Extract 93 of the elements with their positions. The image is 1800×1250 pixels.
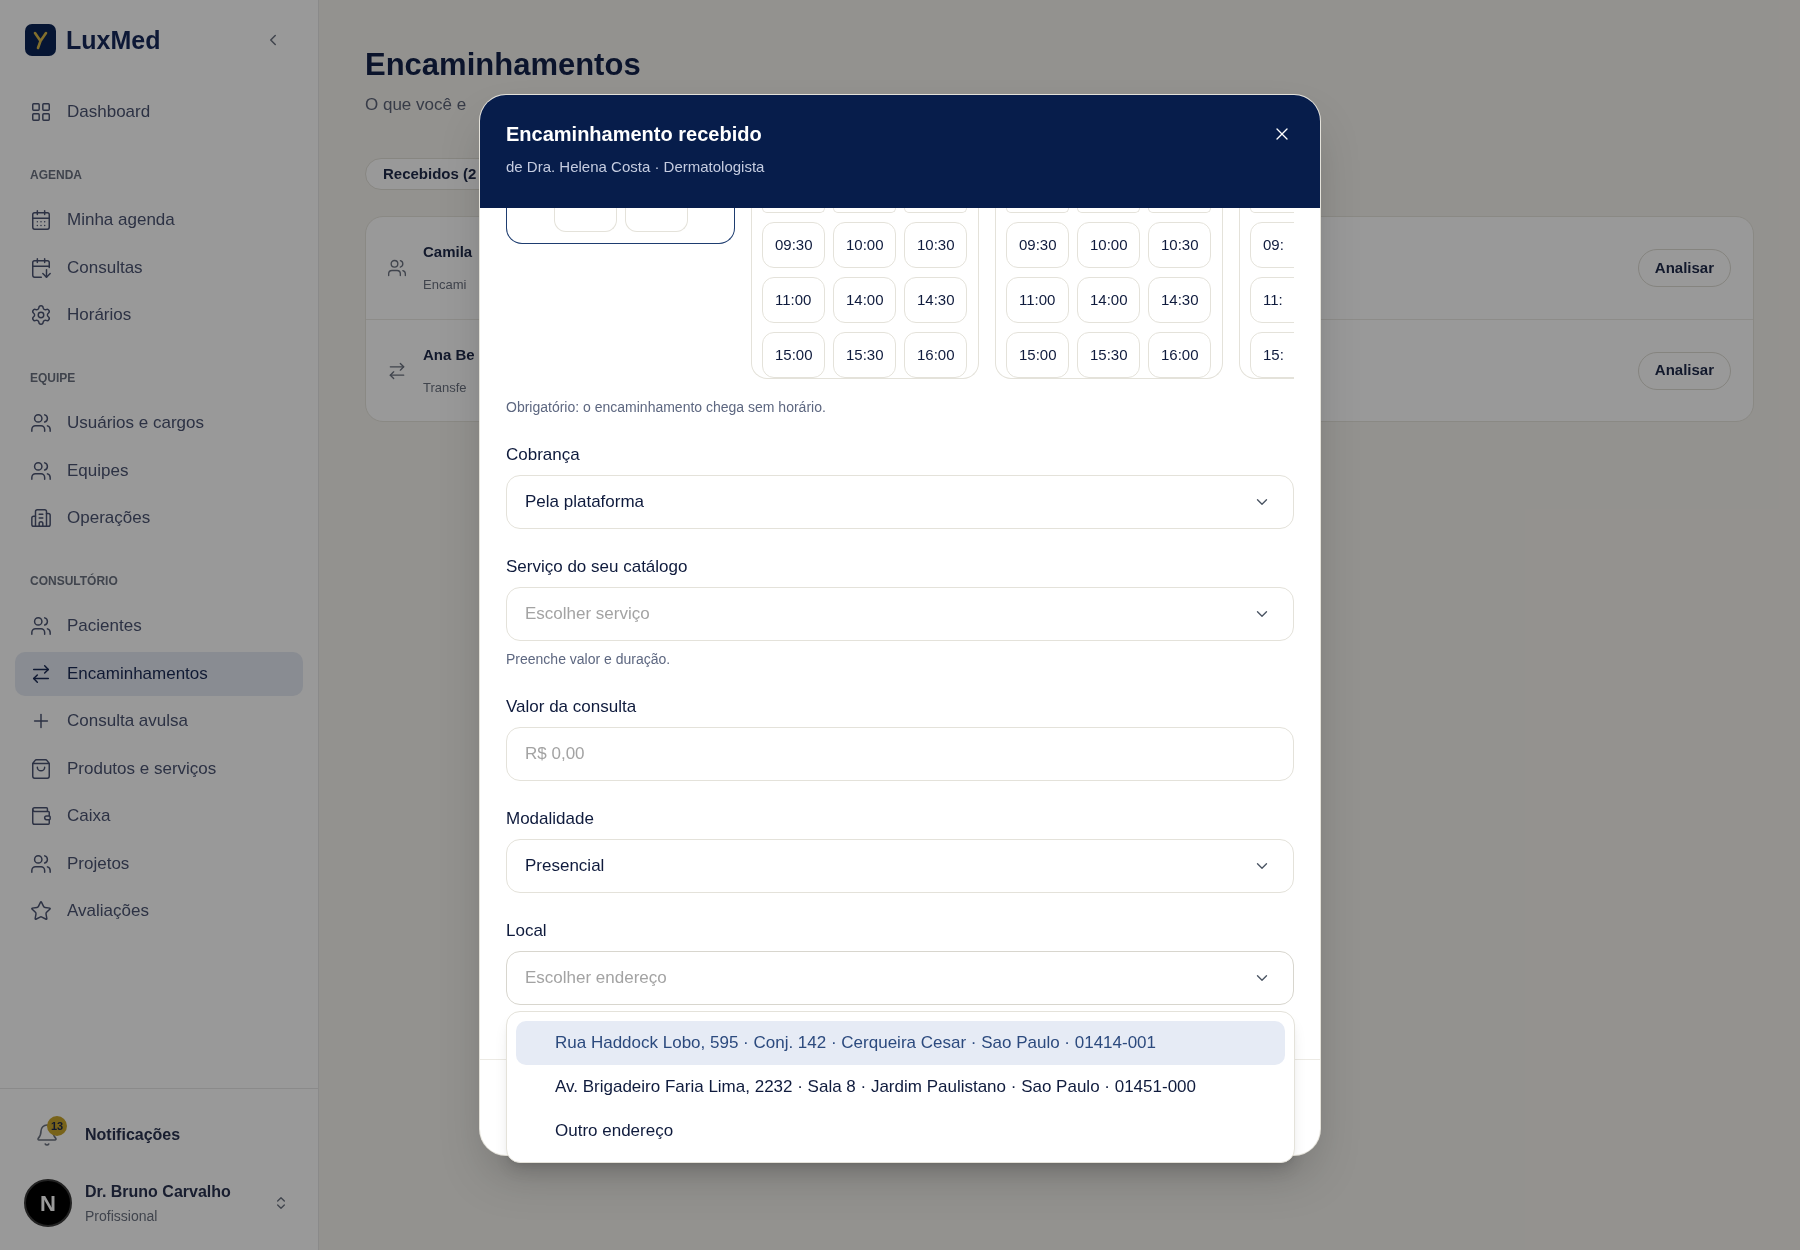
users-icon	[30, 412, 52, 434]
page-subtitle: O que você e	[365, 94, 468, 116]
input-field[interactable]: R$ 0,00	[506, 727, 1294, 781]
sidebar-item[interactable]: Dashboard	[15, 90, 303, 134]
building-icon	[30, 507, 52, 529]
day-card[interactable]: 09:30 10:00 10:30 11:00 14:00 14:30 15:00 15:30 16:00	[995, 208, 1223, 379]
calendar-arrow-icon	[30, 256, 52, 279]
time-slot-button[interactable]: 15:	[1250, 332, 1294, 378]
notification-badge: 13	[47, 1116, 67, 1136]
time-slot-button[interactable]: 14:00	[833, 277, 896, 323]
wallet-icon	[30, 805, 52, 827]
time-slot-button[interactable]: 11:00	[1006, 277, 1069, 323]
time-slot-button[interactable]: 15:00	[1006, 332, 1069, 378]
user-name: Dr. Bruno Carvalho	[85, 1182, 231, 1202]
sidebar-item[interactable]: Pacientes	[15, 604, 303, 648]
section-heading: CONSULTÓRIO	[29, 573, 119, 589]
time-slot-button[interactable]: 11:	[1250, 277, 1294, 323]
field-hint: Preenche valor e duração.	[506, 650, 672, 669]
brand-name: LuxMed	[66, 25, 161, 56]
day-card[interactable]	[506, 208, 735, 244]
sidebar-item[interactable]: Caixa	[15, 794, 303, 838]
field-label: Valor da consulta	[506, 696, 638, 718]
field-label: Modalidade	[506, 808, 595, 830]
slots-note: Obrigatório: o encaminhamento chega sem horário.	[506, 398, 827, 417]
sidebar-item[interactable]: Encaminhamentos	[15, 651, 303, 696]
time-slot-button[interactable]	[904, 208, 967, 213]
time-slot-button[interactable]	[1006, 208, 1069, 213]
time-slot-button[interactable]: 14:30	[1148, 277, 1211, 323]
time-slot-button[interactable]: 09:30	[762, 222, 825, 268]
patient-name: Camila	[423, 242, 473, 262]
time-slot-button[interactable]: 16:00	[1148, 332, 1211, 378]
time-slot-button[interactable]: 10:30	[904, 222, 967, 268]
users-icon	[30, 852, 52, 875]
notifications-button[interactable]: 13 Notificações	[0, 1113, 318, 1157]
grid-icon	[30, 101, 52, 123]
time-slot-button[interactable]	[553, 208, 617, 232]
field-label: Local	[506, 920, 548, 942]
time-slot-button[interactable]	[624, 208, 688, 232]
time-slot-button[interactable]: 09:	[1250, 222, 1294, 268]
section-heading: AGENDA	[29, 167, 83, 183]
time-slot-button[interactable]	[833, 208, 896, 213]
time-slot-button[interactable]	[1077, 208, 1140, 213]
sidebar-item[interactable]: Equipes	[15, 448, 303, 493]
field-label: Cobrança	[506, 444, 581, 466]
time-slot-button[interactable]: 16:00	[904, 332, 967, 378]
sidebar-item[interactable]: Operações	[15, 496, 303, 540]
sidebar-item[interactable]: Minha agenda	[15, 198, 303, 242]
time-slot-button[interactable]: 14:30	[904, 277, 967, 323]
dropdown-option[interactable]: Rua Haddock Lobo, 595 · Conj. 142 · Cerqueira Cesar · Sao Paulo · 01414-001	[516, 1021, 1285, 1065]
swap-arrows-icon	[387, 360, 407, 381]
star-icon	[30, 900, 52, 922]
time-slot-button[interactable]: 11:00	[762, 277, 825, 323]
settings-icon	[30, 304, 52, 326]
page-title: Encaminhamentos	[365, 46, 642, 84]
day-card[interactable]: 09:30 10:00 10:30 11:00 14:00 14:30 15:00 15:30 16:00	[751, 208, 979, 379]
time-slot-button[interactable]	[1148, 208, 1211, 213]
section-heading: EQUIPE	[29, 370, 77, 386]
sidebar-item[interactable]: Avaliações	[15, 889, 303, 933]
time-slot-button[interactable]: 09:30	[1006, 222, 1069, 268]
day-card[interactable]: 09: 11: 15:	[1239, 208, 1294, 379]
calendar-icon	[30, 209, 52, 231]
user-avatar: N	[24, 1179, 72, 1227]
time-slot-button[interactable]: 10:00	[833, 222, 896, 268]
time-slot-button[interactable]: 15:30	[833, 332, 896, 378]
time-slot-button[interactable]: 15:30	[1077, 332, 1140, 378]
logo-icon	[25, 24, 56, 56]
analyze-button[interactable]: Analisar	[1637, 249, 1731, 287]
select-field[interactable]: Pela plataforma	[506, 475, 1294, 529]
time-slot-button[interactable]: 10:00	[1077, 222, 1140, 268]
time-slot-button[interactable]: 14:00	[1077, 277, 1140, 323]
time-slot-button[interactable]: 15:00	[762, 332, 825, 378]
time-slot-button[interactable]: 10:30	[1148, 222, 1211, 268]
referral-detail: Transfe	[423, 378, 468, 397]
user-role: Profissional	[85, 1207, 159, 1225]
bag-icon	[30, 757, 52, 780]
sidebar-item[interactable]: Produtos e serviços	[15, 746, 303, 791]
users-icon	[30, 615, 52, 637]
dialog-subtitle: de Dra. Helena Costa · Dermatologista	[506, 157, 765, 177]
sidebar-item[interactable]: Horários	[15, 293, 303, 337]
swap-arrows-icon	[30, 662, 52, 685]
referral-detail: Encami	[423, 276, 468, 294]
field-label: Serviço do seu catálogo	[506, 556, 689, 578]
select-field[interactable]: Presencial	[506, 839, 1294, 893]
patient-name: Ana Be	[423, 344, 475, 365]
sidebar-item[interactable]: Usuários e cargos	[15, 401, 303, 445]
users-icon	[387, 258, 407, 278]
sidebar-item[interactable]: Projetos	[15, 841, 303, 886]
sidebar-item[interactable]: Consulta avulsa	[15, 699, 303, 743]
analyze-button[interactable]: Analisar	[1637, 351, 1731, 390]
time-slot-button[interactable]	[762, 208, 825, 213]
sidebar-item[interactable]: Consultas	[15, 245, 303, 290]
dialog-title: Encaminhamento recebido	[506, 122, 763, 147]
users-icon	[30, 459, 52, 482]
